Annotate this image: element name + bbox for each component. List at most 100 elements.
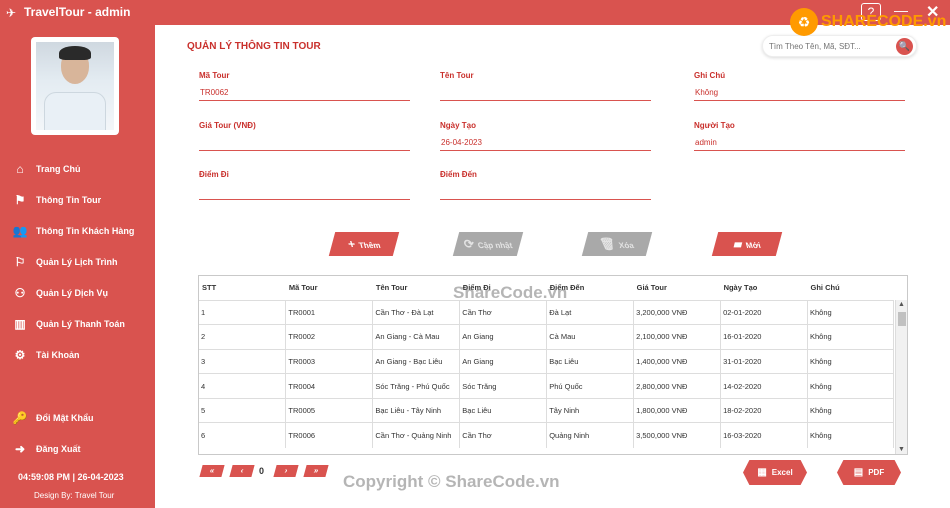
field-diem-di: Điểm Đi — [199, 170, 410, 200]
table-cell: Không — [807, 422, 895, 448]
table-cell: Cần Thơ - Đà Lạt — [372, 299, 461, 325]
add-button[interactable]: +Thêm — [328, 232, 400, 256]
refresh-icon: ⟳ — [461, 237, 476, 251]
column-header[interactable]: Mã Tour — [285, 276, 373, 300]
delete-button[interactable]: 🗑Xóa — [581, 232, 653, 256]
sidebar-item-label: Quản Lý Lịch Trình — [36, 256, 118, 267]
field-label: Điểm Đi — [199, 170, 229, 179]
users-icon: 👥 — [12, 223, 28, 238]
window-title: TravelTour - admin — [24, 5, 131, 19]
table-row[interactable]: 3 TR0003 An Giang - Bạc Liêu An Giang Bạc Li… — [199, 348, 895, 374]
first-page-button[interactable]: « — [199, 465, 225, 477]
table-cell: 14-02-2020 — [720, 373, 808, 399]
table-cell: TR0004 — [285, 373, 374, 399]
sidebar-item-label: Đăng Xuất — [36, 443, 81, 454]
table-cell: Sóc Trăng — [459, 373, 548, 399]
field-ma-tour: Mã Tour TR0062 — [199, 71, 410, 101]
column-header[interactable]: STT — [199, 276, 286, 300]
scroll-down-icon[interactable]: ▼ — [898, 446, 905, 453]
scroll-up-icon[interactable]: ▲ — [898, 301, 905, 308]
key-icon: 🔑 — [12, 410, 28, 425]
table-cell: 1,800,000 VNĐ — [633, 397, 722, 423]
field-label: Điểm Đến — [440, 170, 477, 179]
table-scrollbar[interactable]: ▲ ▼ — [895, 300, 907, 454]
field-diem-den: Điểm Đến — [440, 170, 651, 200]
ghi-chu-input[interactable]: Không — [694, 86, 905, 101]
sidebar-item-label: Trang Chủ — [36, 163, 81, 174]
table-cell: 3,200,000 VNĐ — [633, 299, 722, 325]
table-row[interactable]: 5 TR0005 Bạc Liêu - Tây Ninh Bạc Liêu Tây Ni… — [199, 397, 895, 423]
table-row[interactable]: 1 TR0001 Cần Thơ - Đà Lạt Cần Thơ Đà Lạt 3,20… — [199, 299, 895, 325]
table-row[interactable]: 2 TR0002 An Giang - Cà Mau An Giang Cà Mau 2,… — [199, 324, 895, 350]
avatar-photo — [36, 42, 114, 130]
new-button[interactable]: ▰Mới — [711, 232, 783, 256]
last-page-button[interactable]: » — [303, 465, 329, 477]
table-cell: 5 — [199, 397, 287, 423]
diem-den-input[interactable] — [440, 185, 651, 200]
scroll-thumb[interactable] — [898, 312, 906, 326]
field-label: Người Tạo — [694, 121, 735, 130]
table-cell: An Giang — [459, 324, 548, 350]
watermark-center: ShareCode.vn — [453, 283, 568, 302]
sidebar-item-schedule[interactable]: ⚐ Quản Lý Lịch Trình — [0, 246, 155, 277]
sidebar-item-home[interactable]: ⌂ Trang Chủ — [0, 153, 155, 184]
column-header[interactable]: Giá Tour — [633, 276, 721, 300]
table-cell: Phú Quốc — [546, 373, 635, 399]
ten-tour-input[interactable] — [440, 86, 651, 101]
update-button[interactable]: ⟳Cập nhật — [452, 232, 524, 256]
table-cell: Đà Lạt — [546, 299, 635, 325]
table-cell: Không — [807, 299, 895, 325]
field-label: Mã Tour — [199, 71, 230, 80]
table-cell: 18-02-2020 — [720, 397, 808, 423]
table-cell: Quảng Ninh — [546, 422, 635, 448]
design-credit: Design By: Travel Tour — [34, 491, 115, 500]
field-ghi-chu: Ghi Chú Không — [694, 71, 905, 101]
field-ngay-tao: Ngày Tạo 26-04-2023 — [440, 121, 651, 151]
search-box: 🔍 — [762, 35, 917, 57]
table-cell: Bạc Liêu — [459, 397, 548, 423]
ma-tour-input[interactable]: TR0062 — [199, 86, 410, 101]
table-cell: Sóc Trăng - Phú Quốc — [372, 373, 461, 399]
document-icon: ▰ — [731, 237, 745, 251]
pdf-export-button[interactable]: ▤ PDF — [837, 460, 901, 485]
column-header[interactable]: Ngày Tạo — [720, 276, 808, 300]
nguoi-tao-input[interactable]: admin — [694, 136, 905, 151]
table-cell: 1 — [199, 299, 287, 325]
table-cell: 2,100,000 VNĐ — [633, 324, 722, 350]
excel-export-button[interactable]: ▦ Excel — [743, 460, 807, 485]
table-row[interactable]: 4 TR0004 Sóc Trăng - Phú Quốc Sóc Trăng Phú … — [199, 373, 895, 399]
sidebar-item-label: Thông Tin Khách Hàng — [36, 225, 135, 236]
sidebar-item-logout[interactable]: ➜ Đăng Xuất — [0, 433, 155, 464]
sidebar-item-change-password[interactable]: 🔑 Đổi Mật Khẩu — [0, 402, 155, 433]
sidebar-item-tour-info[interactable]: ⚑ Thông Tin Tour — [0, 184, 155, 215]
table-cell: Cần Thơ — [459, 422, 548, 448]
table-cell: Bạc Liêu - Tây Ninh — [372, 397, 461, 423]
sidebar-item-label: Thông Tin Tour — [36, 194, 102, 205]
table-cell: 1,400,000 VNĐ — [633, 348, 722, 374]
sidebar: ⌂ Trang Chủ ⚑ Thông Tin Tour 👥 Thông Tin Kh… — [0, 25, 155, 508]
sidebar-item-services[interactable]: ⚇ Quản Lý Dịch Vụ — [0, 277, 155, 308]
sidebar-item-label: Quản Lý Dịch Vụ — [36, 287, 109, 298]
home-icon: ⌂ — [16, 161, 24, 176]
logout-icon: ➜ — [14, 441, 26, 456]
prev-page-button[interactable]: ‹ — [229, 465, 255, 477]
next-page-button[interactable]: › — [273, 465, 299, 477]
table-cell: 16-03-2020 — [720, 422, 808, 448]
column-header[interactable]: Ghi Chú — [807, 276, 894, 300]
sidebar-item-account[interactable]: ⚙ Tài Khoản — [0, 339, 155, 370]
sidebar-item-payments[interactable]: ▥ Quản Lý Thanh Toán — [0, 308, 155, 339]
search-icon[interactable]: 🔍 — [896, 38, 913, 55]
gia-tour-input[interactable] — [199, 136, 410, 151]
ngay-tao-input[interactable]: 26-04-2023 — [440, 136, 651, 151]
table-cell: An Giang - Bạc Liêu — [372, 348, 461, 374]
sidebar-item-customers[interactable]: 👥 Thông Tin Khách Hàng — [0, 215, 155, 246]
table-cell: An Giang - Cà Mau — [372, 324, 461, 350]
search-input[interactable] — [769, 36, 894, 57]
flag-icon: ⚑ — [14, 192, 26, 207]
table-cell: Không — [807, 373, 895, 399]
table-row[interactable]: 6 TR0006 Cần Thơ - Quảng Ninh Cần Thơ Quảng … — [199, 422, 895, 448]
column-header[interactable]: Tên Tour — [372, 276, 460, 300]
diem-di-input[interactable] — [199, 185, 410, 200]
field-ten-tour: Tên Tour — [440, 71, 651, 101]
table-cell: 4 — [199, 373, 287, 399]
